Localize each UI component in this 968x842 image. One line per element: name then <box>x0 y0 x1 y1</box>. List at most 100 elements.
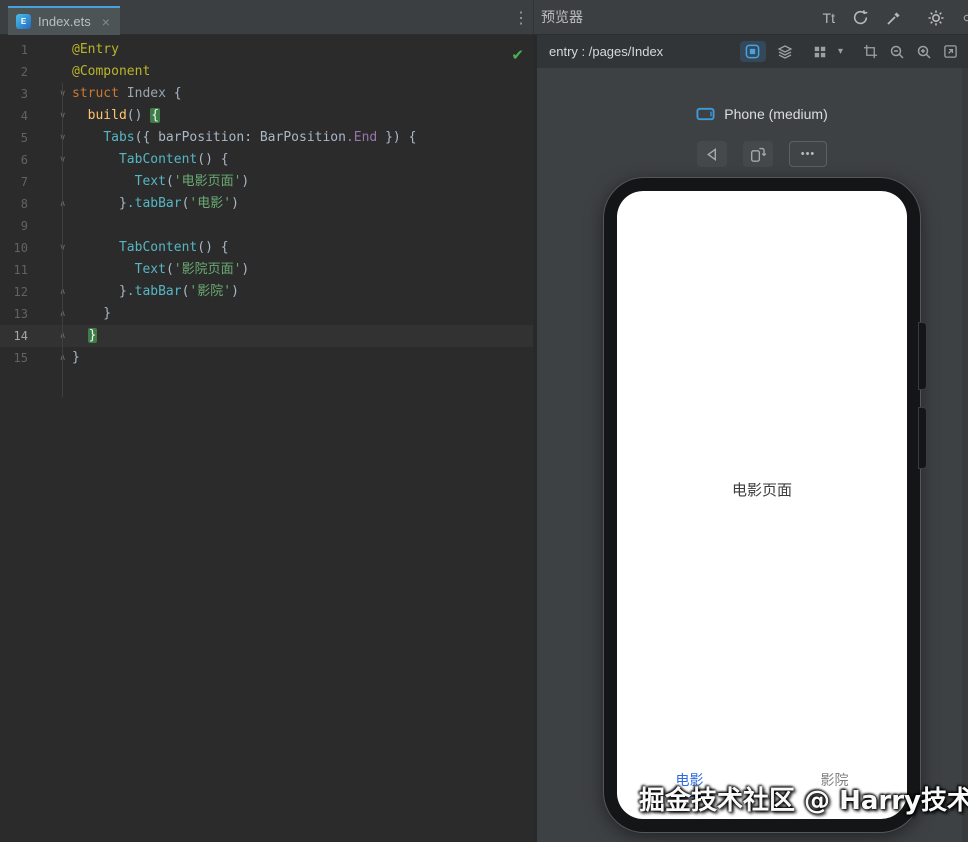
line-number[interactable]: 13 <box>0 303 28 325</box>
code-text[interactable]: }.tabBar('电影') <box>72 193 533 215</box>
grid-view-icon[interactable] <box>813 45 827 59</box>
line-number[interactable]: 10 <box>0 237 28 259</box>
fold-marker-icon[interactable]: ∨ <box>28 83 72 105</box>
fold-marker-icon[interactable]: ∨ <box>28 237 72 259</box>
line-number[interactable]: 3 <box>0 83 28 105</box>
editor-line-14[interactable]: 14∧ } <box>0 325 533 347</box>
line-number[interactable]: 11 <box>0 259 28 281</box>
code-text[interactable]: @Component <box>72 61 533 83</box>
topbar-icon-group: Tt <box>823 0 968 35</box>
code-text[interactable]: @Entry <box>72 39 533 61</box>
zoom-out-icon[interactable] <box>889 44 905 60</box>
code-text[interactable] <box>72 215 533 237</box>
tab-close-icon[interactable]: × <box>102 14 110 30</box>
fold-marker-icon[interactable]: ∧ <box>28 193 72 215</box>
fold-marker-icon[interactable]: ∧ <box>28 347 72 369</box>
gutter-divider <box>62 83 63 397</box>
fold-column <box>28 259 72 281</box>
power-button <box>919 408 926 468</box>
line-number[interactable]: 5 <box>0 127 28 149</box>
code-text[interactable]: TabContent() { <box>72 149 533 171</box>
code-text[interactable]: Text('影院页面') <box>72 259 533 281</box>
editor-line-6[interactable]: 6∨ TabContent() { <box>0 149 533 171</box>
editor-line-12[interactable]: 12∧ }.tabBar('影院') <box>0 281 533 303</box>
editor-line-4[interactable]: 4∨ build() { <box>0 105 533 127</box>
fold-column <box>28 171 72 193</box>
previewer-toolbar: entry : /pages/Index ▾ <box>537 35 968 68</box>
fold-column <box>28 215 72 237</box>
code-editor[interactable]: 1@Entry2@Component3∨struct Index {4∨ bui… <box>0 35 533 842</box>
fold-marker-icon[interactable]: ∨ <box>28 127 72 149</box>
line-number[interactable]: 12 <box>0 281 28 303</box>
code-text[interactable]: } <box>72 325 533 347</box>
code-text[interactable]: }.tabBar('影院') <box>72 281 533 303</box>
code-text[interactable]: Text('电影页面') <box>72 171 533 193</box>
layers-icon[interactable] <box>777 44 793 60</box>
line-number[interactable]: 9 <box>0 215 28 237</box>
crop-frame-icon[interactable] <box>863 44 878 59</box>
previewer-panel-title: 预览器 <box>541 9 583 25</box>
fold-marker-icon[interactable]: ∧ <box>28 303 72 325</box>
zoom-in-icon[interactable] <box>916 44 932 60</box>
top-bar: E Index.ets × ⋮ 预览器 Tt <box>0 0 968 35</box>
editor-line-8[interactable]: 8∧ }.tabBar('电影') <box>0 193 533 215</box>
code-text[interactable]: Tabs({ barPosition: BarPosition.End }) { <box>72 127 533 149</box>
editor-tab-index-ets[interactable]: E Index.ets × <box>8 6 120 35</box>
code-text[interactable]: TabContent() { <box>72 237 533 259</box>
inspector-wand-icon[interactable] <box>886 10 902 26</box>
previewer-panel: entry : /pages/Index ▾ Phone (medium) ••… <box>537 35 968 842</box>
line-number[interactable]: 15 <box>0 347 28 369</box>
font-size-icon[interactable]: Tt <box>823 10 835 26</box>
chevron-down-icon[interactable]: ▾ <box>838 46 843 57</box>
preview-canvas: Phone (medium) ••• 电影页面 电影 影院 掘金技术社区 @ H… <box>537 68 968 842</box>
line-number[interactable]: 8 <box>0 193 28 215</box>
fold-column <box>28 39 72 61</box>
component-preview-toggle-icon[interactable] <box>739 41 766 62</box>
line-number[interactable]: 1 <box>0 39 28 61</box>
editor-lines: 1@Entry2@Component3∨struct Index {4∨ bui… <box>0 39 533 369</box>
page-content-text: 电影页面 <box>731 482 792 499</box>
inspections-ok-icon[interactable]: ✔ <box>511 46 524 64</box>
more-options-button[interactable]: ••• <box>789 141 827 167</box>
watermark-text: 掘金技术社区 @ Harry技术 <box>639 786 968 816</box>
line-number[interactable]: 7 <box>0 171 28 193</box>
editor-line-13[interactable]: 13∧ } <box>0 303 533 325</box>
editor-line-5[interactable]: 5∨ Tabs({ barPosition: BarPosition.End }… <box>0 127 533 149</box>
phone-device-icon <box>696 107 715 121</box>
deveco-studio-window: E Index.ets × ⋮ 预览器 Tt 1 @Entry 2 @Compo… <box>0 0 968 842</box>
line-number[interactable]: 2 <box>0 61 28 83</box>
line-number[interactable]: 4 <box>0 105 28 127</box>
fold-column <box>28 61 72 83</box>
editor-line-7[interactable]: 7 Text('电影页面') <box>0 171 533 193</box>
code-text[interactable]: struct Index { <box>72 83 533 105</box>
fold-marker-icon[interactable]: ∧ <box>28 325 72 347</box>
tab-label: Index.ets <box>38 14 91 29</box>
code-text[interactable]: } <box>72 303 533 325</box>
previewer-scrollbar[interactable] <box>962 68 968 842</box>
editor-line-2[interactable]: 2 @Component <box>0 61 533 83</box>
topbar-divider <box>533 0 534 34</box>
line-number[interactable]: 14 <box>0 325 28 347</box>
fit-to-screen-icon[interactable] <box>943 44 958 59</box>
line-number[interactable]: 6 <box>0 149 28 171</box>
refresh-icon[interactable] <box>852 9 869 26</box>
tab-options-icon[interactable]: ⋮ <box>510 0 532 35</box>
rotate-device-button[interactable] <box>743 141 773 167</box>
device-name-label: Phone (medium) <box>724 106 828 122</box>
editor-line-10[interactable]: 10∨ TabContent() { <box>0 237 533 259</box>
device-screen[interactable]: 电影页面 电影 影院 <box>617 191 907 819</box>
previous-state-button[interactable] <box>697 141 727 167</box>
fold-marker-icon[interactable]: ∧ <box>28 281 72 303</box>
code-text[interactable]: build() { <box>72 105 533 127</box>
settings-gear-icon[interactable] <box>927 9 945 27</box>
previewer-toolbar-icons: ▾ <box>739 41 958 62</box>
editor-line-11[interactable]: 11 Text('影院页面') <box>0 259 533 281</box>
editor-line-3[interactable]: 3∨struct Index { <box>0 83 533 105</box>
editor-line-15[interactable]: 15∧} <box>0 347 533 369</box>
fold-marker-icon[interactable]: ∨ <box>28 149 72 171</box>
fold-marker-icon[interactable]: ∨ <box>28 105 72 127</box>
editor-line-9[interactable]: 9 <box>0 215 533 237</box>
clipped-edge-icon[interactable] <box>962 9 968 27</box>
code-text[interactable]: } <box>72 347 533 369</box>
editor-line-1[interactable]: 1 @Entry <box>0 39 533 61</box>
